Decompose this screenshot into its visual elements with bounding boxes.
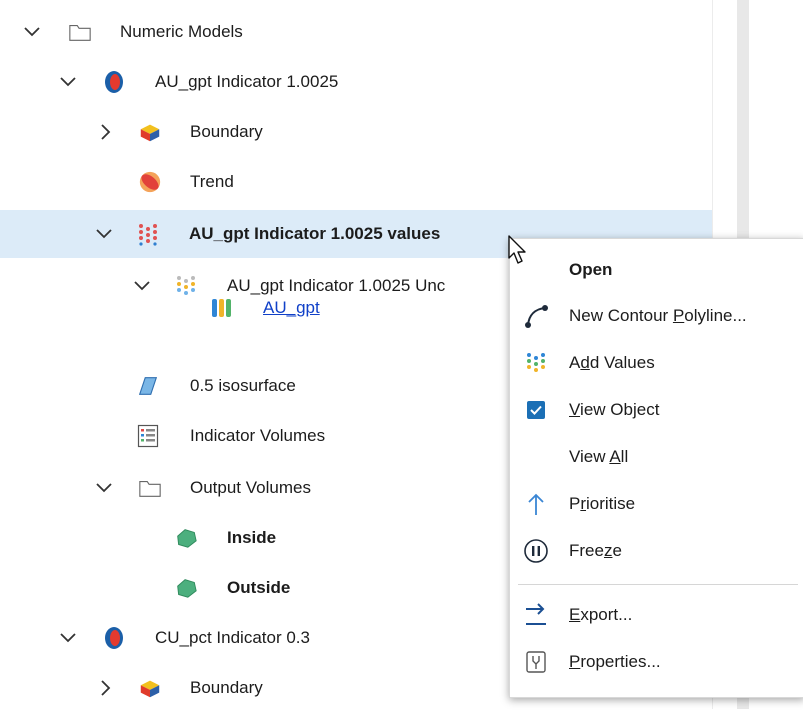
menu-item-view-all[interactable]: View All <box>510 435 803 479</box>
context-menu: Open New Contour Polyline... Add Values … <box>509 238 803 698</box>
polyline-icon <box>522 302 550 330</box>
menu-item-label: Add Values <box>569 353 655 372</box>
pause-circle-icon <box>522 537 550 565</box>
indicator-model-icon <box>102 626 126 650</box>
values-dots-icon <box>522 349 550 377</box>
menu-item-new-contour-polyline[interactable]: New Contour Polyline... <box>510 294 803 338</box>
tree-label: Outside <box>227 578 291 597</box>
chevron-right-icon[interactable] <box>96 678 116 698</box>
tree-row-numeric-models[interactable]: Numeric Models <box>0 8 712 56</box>
boundary-icon <box>138 120 162 144</box>
boundary-icon <box>138 676 162 700</box>
menu-item-add-values[interactable]: Add Values <box>510 341 803 385</box>
indicator-model-icon <box>102 70 126 94</box>
trend-icon <box>138 170 162 194</box>
menu-item-properties[interactable]: Properties... <box>510 640 803 684</box>
tree-label: Trend <box>190 172 234 191</box>
chevron-down-icon[interactable] <box>22 22 42 42</box>
volume-icon <box>174 526 198 550</box>
menu-item-label: Open <box>569 260 613 279</box>
tree-row-trend[interactable]: Trend <box>0 158 712 206</box>
arrow-up-icon <box>522 490 550 518</box>
tree-label: AU_gpt Indicator 1.0025 <box>155 72 339 91</box>
tree-label: 0.5 isosurface <box>190 376 296 395</box>
volume-icon <box>174 576 198 600</box>
menu-separator <box>518 584 798 585</box>
isosurface-icon <box>136 374 160 398</box>
folder-icon <box>68 20 92 44</box>
values-dots-icon <box>136 222 160 246</box>
tree-label: AU_gpt Indicator 1.0025 values <box>189 224 441 243</box>
menu-item-prioritise[interactable]: Prioritise <box>510 482 803 526</box>
tree-label: Inside <box>227 528 277 547</box>
chevron-down-icon[interactable] <box>94 478 114 498</box>
menu-item-label: View Object <box>569 400 660 419</box>
menu-item-label: New Contour Polyline... <box>569 306 747 325</box>
menu-item-label: Prioritise <box>569 494 636 513</box>
chevron-down-icon[interactable] <box>58 628 78 648</box>
menu-item-label: Properties... <box>569 652 661 671</box>
properties-wrench-icon <box>522 648 550 676</box>
tree-label: Output Volumes <box>190 478 311 497</box>
tree-label: Numeric Models <box>120 22 243 41</box>
tree-row-boundary[interactable]: Boundary <box>0 108 712 156</box>
checkbox-checked-icon[interactable] <box>522 396 550 424</box>
menu-item-label: Export... <box>569 605 633 624</box>
table-icon <box>136 424 160 448</box>
menu-item-view-object[interactable]: View Object <box>510 388 803 432</box>
tree-link[interactable]: AU_gpt <box>263 298 320 318</box>
menu-item-export[interactable]: Export... <box>510 593 803 637</box>
chevron-right-icon[interactable] <box>96 122 116 142</box>
column-values-icon <box>210 296 234 320</box>
export-arrow-icon <box>522 601 550 629</box>
menu-item-label: Freeze <box>569 541 622 560</box>
tree-row-au-indicator[interactable]: AU_gpt Indicator 1.0025 <box>0 58 712 106</box>
folder-icon <box>138 476 162 500</box>
menu-item-freeze[interactable]: Freeze <box>510 529 803 573</box>
tree-label: CU_pct Indicator 0.3 <box>155 628 310 647</box>
tree-label: Indicator Volumes <box>190 426 326 445</box>
chevron-down-icon[interactable] <box>94 224 114 244</box>
mouse-cursor-icon <box>508 235 526 264</box>
menu-item-open[interactable]: Open <box>510 248 803 292</box>
tree-label: Boundary <box>190 678 263 697</box>
tree-label: Boundary <box>190 122 263 141</box>
chevron-down-icon[interactable] <box>58 72 78 92</box>
menu-item-label: View All <box>569 447 629 466</box>
